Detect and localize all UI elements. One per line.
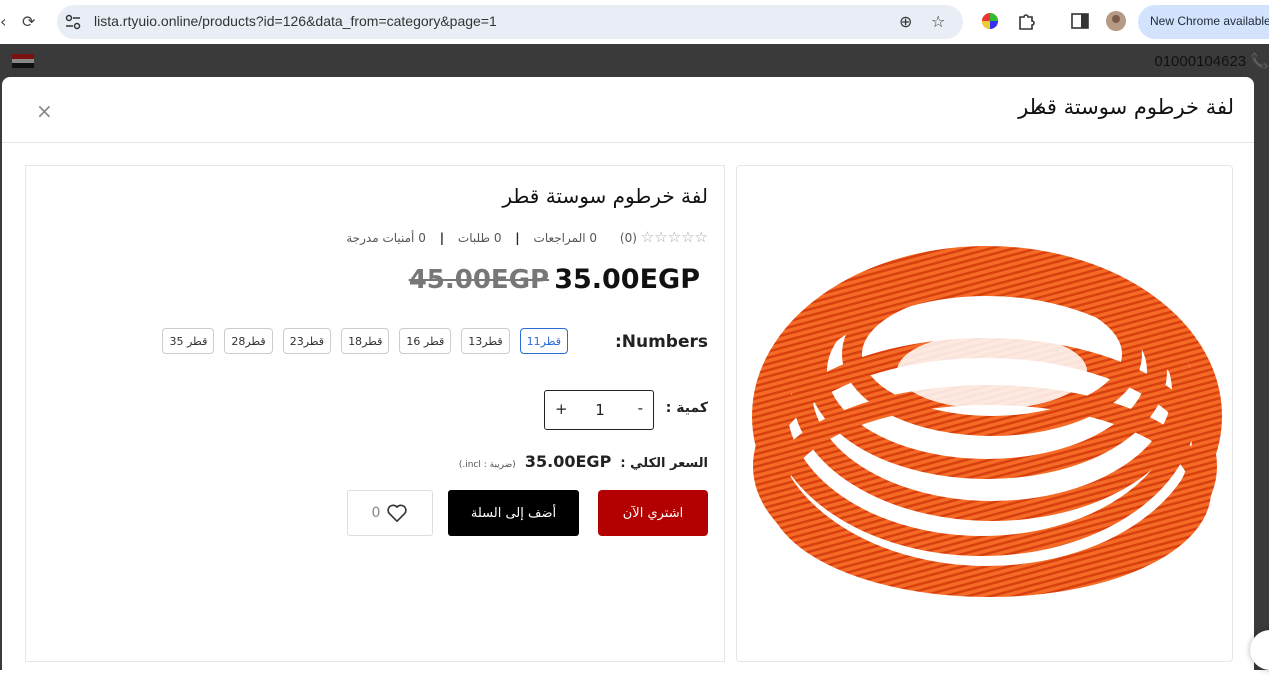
price-row: 45.00EGP 35.00EGP (409, 264, 708, 295)
product-title: لفة خرطوم سوستة قطر (502, 184, 708, 208)
quantity-stepper: + 1 - (544, 390, 654, 430)
zoom-icon[interactable]: ⊕ (899, 12, 912, 31)
extensions-puzzle-icon[interactable] (1016, 11, 1036, 31)
page-bottom-edge (0, 670, 1269, 682)
wishlist-button-count: 0 (371, 505, 381, 521)
total-price-row: السعر الكلي : 35.00EGP (ضريبة : incl.) (459, 452, 708, 471)
modal-header: × ‹ لفة خرطوم سوستة قطر (2, 77, 1254, 143)
product-info-panel: لفة خرطوم سوستة قطر ☆☆☆☆☆ (0) 0 المراجعا… (25, 165, 725, 662)
old-price: 45.00EGP (408, 265, 550, 295)
quantity-value[interactable]: 1 (593, 401, 607, 419)
wishlist-count: 0 أمنيات مدرجة (346, 231, 426, 245)
reviews-count[interactable]: 0 المراجعات (534, 231, 598, 245)
egypt-flag-icon[interactable] (12, 54, 34, 68)
new-chrome-available-button[interactable]: New Chrome available (1138, 5, 1269, 39)
browser-toolbar: ‹ ⟳ lista.rtyuio.online/products?id=126&… (0, 0, 1269, 44)
product-image[interactable] (736, 165, 1233, 662)
side-panel-icon[interactable] (1070, 11, 1090, 31)
product-quickview-modal: × ‹ لفة خرطوم سوستة قطر لفة خرطوم سوستة … (2, 77, 1254, 697)
reload-icon[interactable]: ⟳ (22, 12, 35, 31)
phone-number: 01000104623 (1154, 53, 1247, 70)
total-label: السعر الكلي : (620, 456, 708, 471)
quantity-label: كمية : (665, 400, 708, 416)
close-icon[interactable]: × (36, 99, 53, 123)
quantity-increase-button[interactable]: + (555, 400, 568, 418)
new-chrome-label: New Chrome available (1150, 14, 1269, 28)
rating-count: (0) (619, 231, 637, 245)
heart-icon (387, 504, 408, 522)
add-to-cart-button[interactable]: أضف إلى السلة (448, 490, 579, 536)
back-icon[interactable]: ‹ (0, 12, 6, 31)
variant-option[interactable]: 35 قطر (162, 328, 215, 354)
variant-option[interactable]: 28قطر (224, 328, 273, 354)
profile-avatar[interactable] (1106, 11, 1126, 31)
variant-option[interactable]: 23قطر (282, 328, 332, 354)
orders-count: 0 طلبات (457, 231, 502, 245)
total-value: 35.00EGP (524, 452, 612, 471)
divider: | (515, 231, 520, 245)
bookmark-star-icon[interactable]: ☆ (931, 12, 945, 31)
buy-now-button[interactable]: اشتري الآن (598, 490, 708, 536)
phone-icon: 📞 (1250, 53, 1269, 70)
divider: | (439, 231, 445, 245)
add-to-cart-label: أضف إلى السلة (470, 505, 557, 521)
tax-note: (ضريبة : incl.) (458, 460, 516, 470)
modal-title: لفة خرطوم سوستة قطر (1018, 95, 1234, 119)
wishlist-button[interactable]: 0 (347, 490, 433, 536)
variant-option[interactable]: 13قطر (461, 328, 510, 354)
rating-stars-icon[interactable]: ☆☆☆☆☆ (641, 228, 708, 246)
buy-now-label: اشتري الآن (622, 505, 684, 521)
variant-option[interactable]: 11قطر (519, 328, 568, 354)
quantity-decrease-button[interactable]: - (638, 399, 643, 417)
site-settings-icon[interactable] (65, 14, 81, 30)
variant-option[interactable]: 18قطر (341, 328, 390, 354)
url-text: lista.rtyuio.online/products?id=126&data… (94, 13, 497, 29)
contact-phone[interactable]: 01000104623 📞 (1154, 52, 1269, 70)
address-bar[interactable]: lista.rtyuio.online/products?id=126&data… (57, 5, 963, 39)
color-extension-icon[interactable] (980, 11, 1000, 31)
variant-label: :Numbers (614, 332, 708, 352)
variant-options: 11قطر 13قطر 16 قطر 18قطر 23قطر 28قطر 35 … (162, 328, 568, 354)
hose-coil-image (752, 246, 1222, 597)
current-price: 35.00EGP (554, 264, 700, 295)
rating-summary: ☆☆☆☆☆ (0) 0 المراجعات | 0 طلبات | 0 أمني… (346, 228, 708, 246)
variant-option[interactable]: 16 قطر (399, 328, 452, 354)
